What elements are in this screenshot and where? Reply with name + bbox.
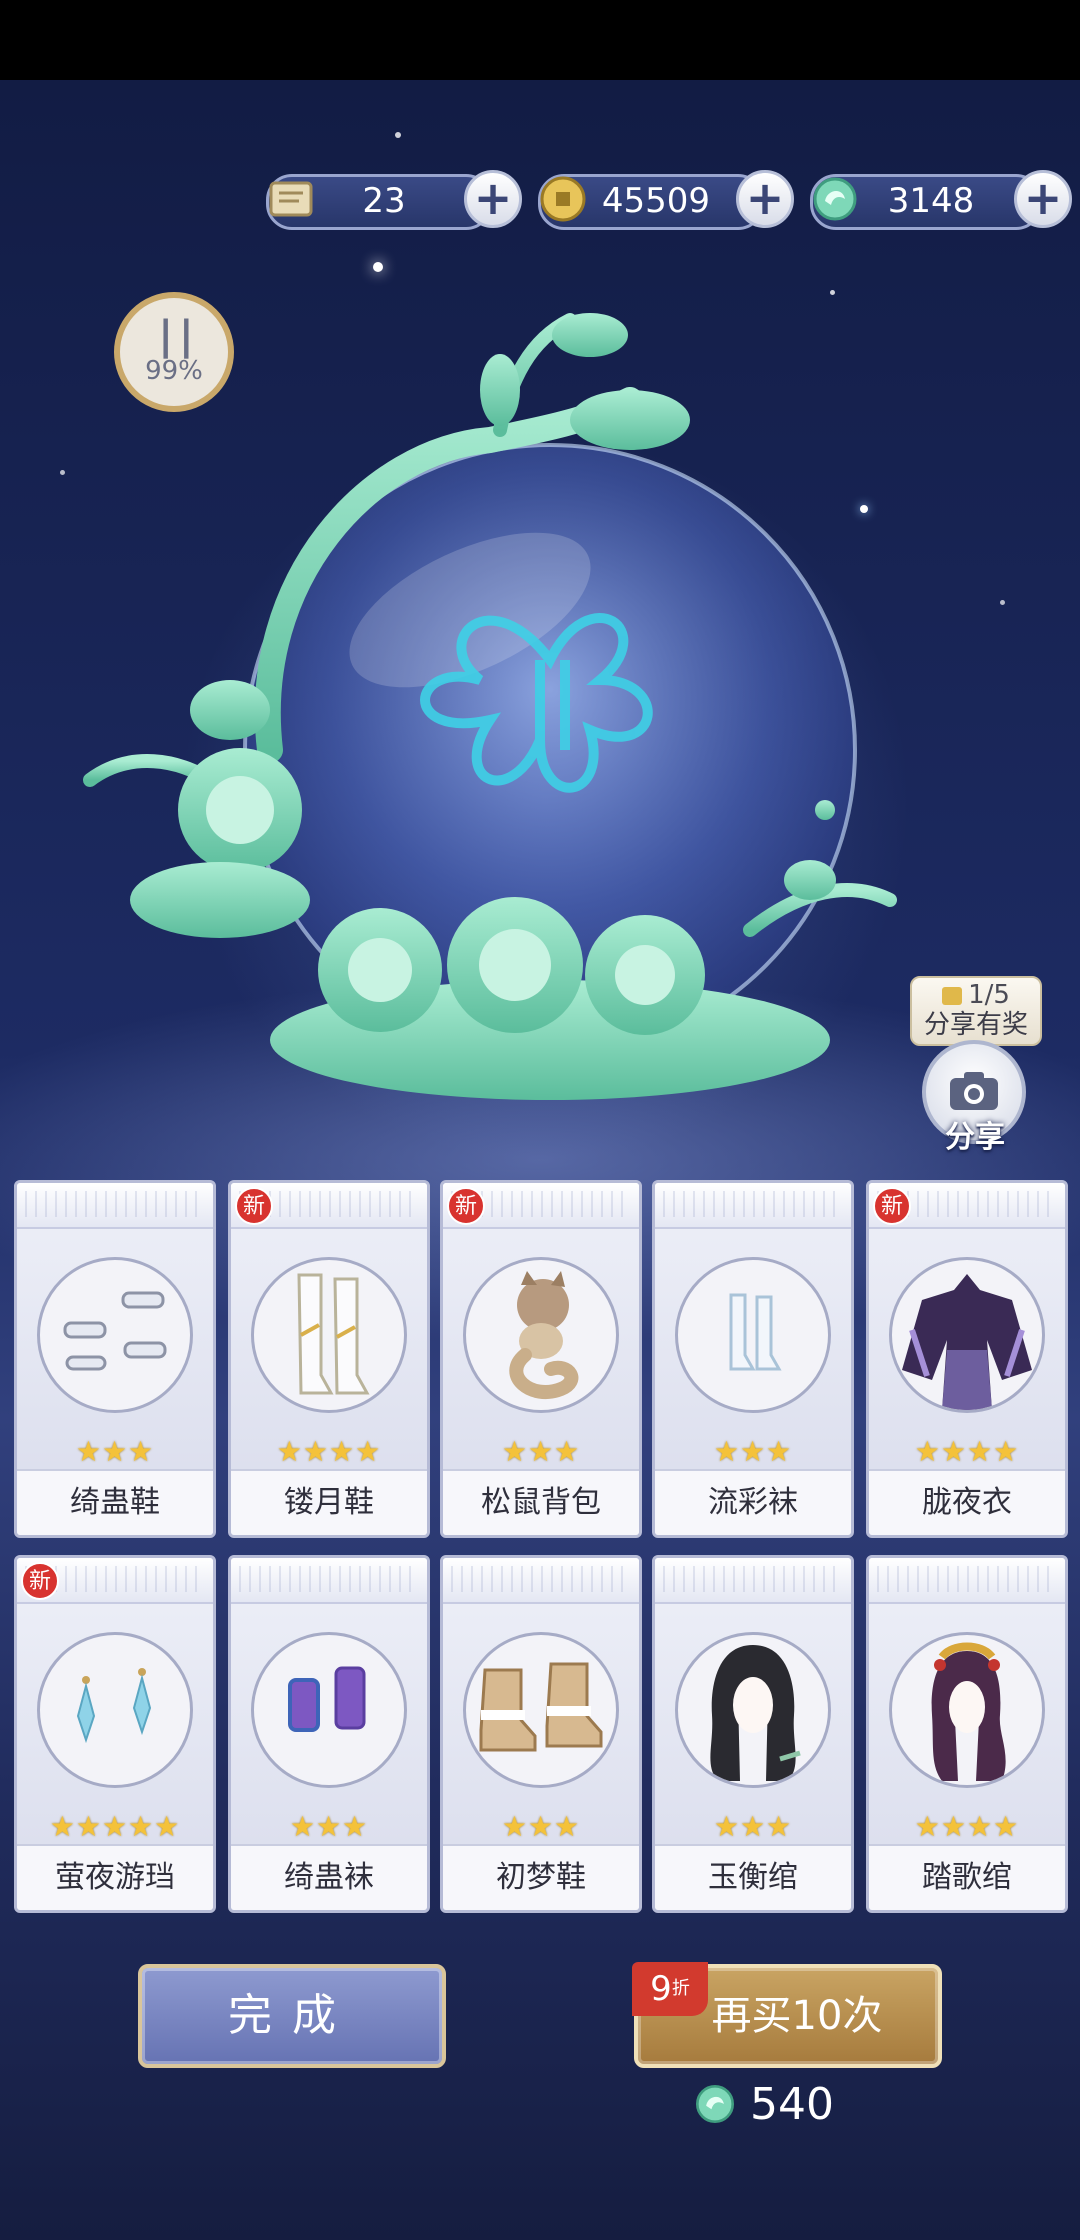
share-reward-badge[interactable]: 1/5 分享有奖 [910, 976, 1042, 1046]
item-name: 踏歌绾 [869, 1844, 1065, 1910]
card-header [17, 1183, 213, 1229]
scroll-ticket-icon [260, 168, 322, 230]
share-count-text: 1/5 [968, 980, 1010, 1010]
rarity-stars: ★★★ [713, 1435, 793, 1468]
done-button[interactable]: 完成 [138, 1964, 446, 2068]
item-name: 初梦鞋 [443, 1844, 639, 1910]
sky-star [373, 262, 383, 272]
coins-value: 45509 [601, 181, 711, 221]
share-label: 分享 [945, 1120, 1005, 1155]
item-image [463, 1632, 619, 1788]
gold-coin-icon [532, 168, 594, 230]
item-image [251, 1257, 407, 1413]
rarity-stars: ★★★★ [914, 1810, 1020, 1843]
add-tickets-button[interactable]: + [464, 170, 522, 228]
rarity-stars: ★★★ [713, 1810, 793, 1843]
rarity-stars: ★★★ [501, 1435, 581, 1468]
item-card[interactable]: ★★★ 玉衡绾 [652, 1555, 854, 1913]
share-reward-label: 分享有奖 [923, 1010, 1028, 1040]
item-name: 绮蛊鞋 [17, 1469, 213, 1535]
currency-jade: 3148 + [810, 170, 1072, 230]
item-name: 流彩袜 [655, 1469, 851, 1535]
rarity-stars: ★★★★★ [49, 1810, 181, 1843]
status-bar [0, 0, 1080, 80]
item-card[interactable]: ★★★ 绮蛊鞋 [14, 1180, 216, 1538]
card-header [443, 1558, 639, 1604]
rarity-stars: ★★★ [501, 1810, 581, 1843]
add-coins-button[interactable]: + [736, 170, 794, 228]
item-card[interactable]: ★★★ 初梦鞋 [440, 1555, 642, 1913]
cost-value: 540 [750, 2078, 834, 2130]
item-image [889, 1632, 1045, 1788]
jade-dragon-icon [695, 2084, 735, 2124]
new-badge: 新 [447, 1187, 485, 1225]
currency-tickets: 23 + [266, 170, 522, 230]
cost-display: 540 [692, 2074, 834, 2134]
card-header [655, 1558, 851, 1604]
jade-value: 3148 [887, 181, 975, 221]
item-name: 松鼠背包 [443, 1469, 639, 1535]
item-image [463, 1257, 619, 1413]
item-image [889, 1257, 1045, 1413]
add-jade-button[interactable]: + [1014, 170, 1072, 228]
sky-star [395, 132, 401, 138]
camera-icon [950, 1072, 998, 1110]
pause-icon: | | [158, 313, 193, 359]
sky-star [1000, 600, 1005, 605]
progress-percent: 99% [145, 356, 203, 386]
jade-crystal-ball-icon [83, 313, 897, 1100]
card-header [655, 1183, 851, 1229]
item-name: 镂月鞋 [231, 1469, 427, 1535]
share-count: 1/5 [912, 980, 1040, 1010]
tickets-value: 23 [362, 181, 406, 221]
item-card[interactable]: 新 ★★★★ 胧夜衣 [866, 1180, 1068, 1538]
item-name: 玉衡绾 [655, 1844, 851, 1910]
jade-dragon-icon [804, 168, 866, 230]
sky-star [60, 470, 65, 475]
gift-icon [942, 987, 963, 1005]
discount-unit: 折 [671, 1978, 690, 1999]
card-header [231, 1558, 427, 1604]
item-image [675, 1257, 831, 1413]
item-card[interactable]: 新 ★★★★ 镂月鞋 [228, 1180, 430, 1538]
item-image [251, 1632, 407, 1788]
discount-number: 9 [650, 1969, 672, 2009]
item-card[interactable]: 新 ★★★ 松鼠背包 [440, 1180, 642, 1538]
currency-coins: 45509 + [538, 170, 794, 230]
card-header [869, 1558, 1065, 1604]
item-name: 绮蛊袜 [231, 1844, 427, 1910]
new-badge: 新 [21, 1562, 59, 1600]
rarity-stars: ★★★★ [276, 1435, 382, 1468]
item-image [37, 1257, 193, 1413]
rarity-stars: ★★★ [289, 1810, 369, 1843]
new-badge: 新 [235, 1187, 273, 1225]
new-badge: 新 [873, 1187, 911, 1225]
item-name: 胧夜衣 [869, 1469, 1065, 1535]
item-card[interactable]: ★★★ 绮蛊袜 [228, 1555, 430, 1913]
item-name: 萤夜游珰 [17, 1844, 213, 1910]
item-image [37, 1632, 193, 1788]
discount-badge: 9折 [632, 1962, 708, 2016]
item-card[interactable]: ★★★★ 踏歌绾 [866, 1555, 1068, 1913]
pause-button[interactable]: | | 99% [114, 292, 234, 412]
rarity-stars: ★★★ [75, 1435, 155, 1468]
item-image [675, 1632, 831, 1788]
item-card[interactable]: ★★★ 流彩袜 [652, 1180, 854, 1538]
item-card[interactable]: 新 ★★★★★ 萤夜游珰 [14, 1555, 216, 1913]
rarity-stars: ★★★★ [914, 1435, 1020, 1468]
